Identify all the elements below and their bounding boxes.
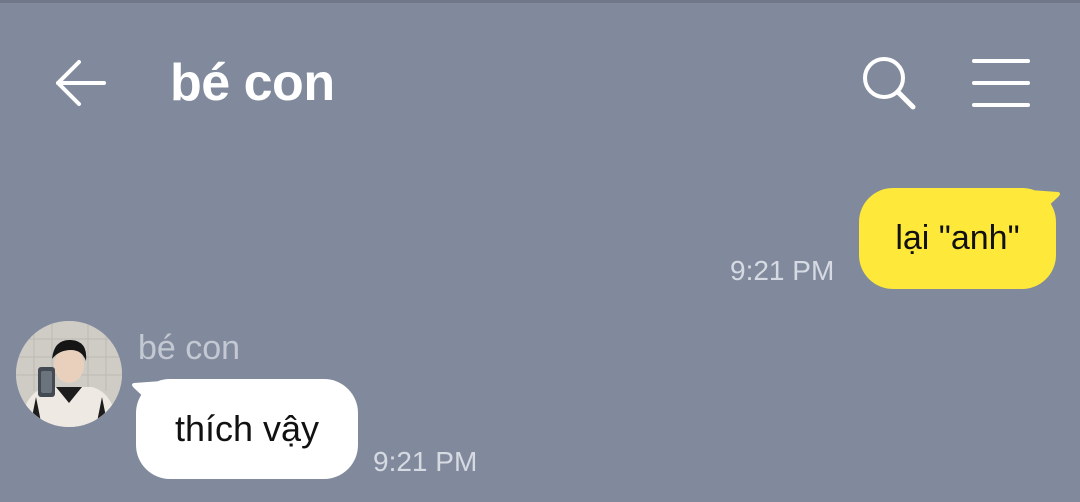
profile-photo [16,321,122,427]
search-icon [863,57,916,110]
chat-title: bé con [170,54,335,112]
sent-message-row: 9:21 PM lại "anh" [0,188,1080,292]
message-text: lại "anh" [895,219,1020,257]
sent-message-bubble[interactable]: lại "anh" [859,188,1056,289]
message-timestamp: 9:21 PM [730,255,835,286]
received-message-bubble[interactable]: thích vậy [136,379,358,479]
menu-button[interactable] [968,56,1034,110]
back-button[interactable] [52,54,110,112]
message-timestamp: 9:21 PM [373,446,478,477]
search-button[interactable] [858,52,920,114]
avatar[interactable] [16,321,122,427]
received-message-row: bé con thích vậy 9:21 PM [0,318,1080,502]
sender-name: bé con [138,329,241,367]
chat-header: bé con [0,0,1080,165]
hamburger-menu-icon [972,59,1030,107]
arrow-left-icon [56,60,106,106]
message-text: thích vậy [174,408,320,449]
